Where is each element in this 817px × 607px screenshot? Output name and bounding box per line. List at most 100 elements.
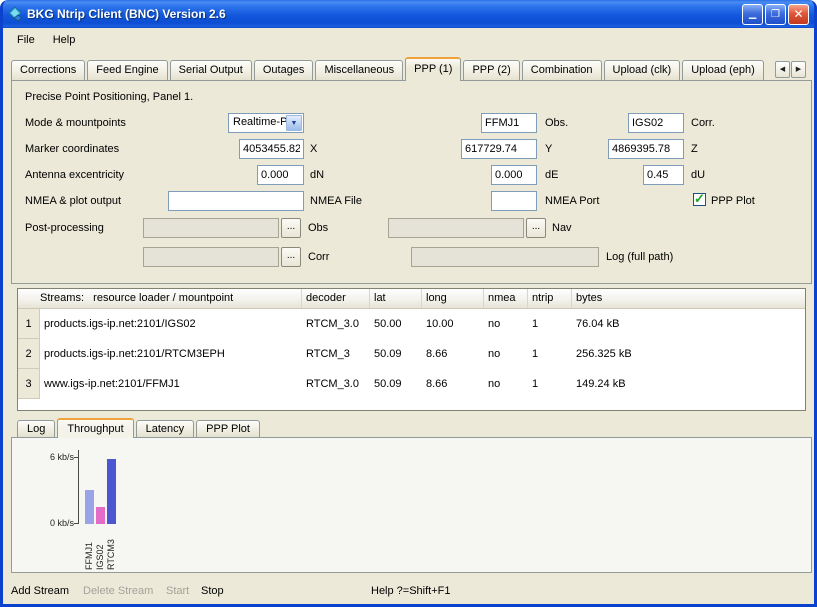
marker-z-label: Z: [691, 143, 698, 155]
chart-ytick-6: [74, 457, 78, 458]
streams-table: Streams: resource loader / mountpoint de…: [17, 288, 806, 411]
chevron-down-icon[interactable]: ▼: [286, 115, 302, 131]
cell-bytes: 149.24 kB: [572, 378, 805, 390]
delete-stream-action: Delete Stream: [83, 585, 153, 597]
titlebar[interactable]: BKG Ntrip Client (BNC) Version 2.6 − ❐ ✕: [0, 0, 817, 28]
minimize-button[interactable]: −: [742, 4, 763, 25]
throughput-chart-bars: [85, 451, 116, 524]
stop-action[interactable]: Stop: [201, 585, 224, 597]
mode-combobox[interactable]: Realtime-PPP ▼: [228, 113, 304, 133]
post-obs-browse-button[interactable]: ...: [281, 218, 301, 238]
chart-bar-rtcm3: [107, 459, 116, 524]
tab-upload-eph[interactable]: Upload (eph): [682, 60, 764, 80]
post-corr-browse-button[interactable]: ...: [281, 247, 301, 267]
streams-table-header: Streams: resource loader / mountpoint de…: [18, 289, 805, 309]
chart-ytick-label-6: 6 kb/s: [36, 452, 74, 462]
col-header-bytes[interactable]: bytes: [572, 289, 805, 308]
post-corr-label: Corr: [308, 251, 329, 263]
tab-scroll-left-button[interactable]: ◀: [775, 61, 790, 78]
window-title: BKG Ntrip Client (BNC) Version 2.6: [27, 7, 226, 21]
tab-ppp-1[interactable]: PPP (1): [405, 57, 461, 81]
obs-mountpoint-field[interactable]: [481, 113, 537, 133]
antenna-de-field[interactable]: [491, 165, 537, 185]
cell-lat: 50.00: [370, 318, 422, 330]
obs-label: Obs.: [545, 117, 568, 129]
tab-feed-engine[interactable]: Feed Engine: [87, 60, 167, 80]
antenna-du-label: dU: [691, 169, 705, 181]
tab-serial-output[interactable]: Serial Output: [170, 60, 252, 80]
chart-category-label: FFMJ1: [85, 528, 94, 570]
tab-scroll-right-button[interactable]: ▶: [791, 61, 806, 78]
tab-ppp-2[interactable]: PPP (2): [463, 60, 519, 80]
add-stream-action[interactable]: Add Stream: [11, 585, 69, 597]
help-hint: Help ?=Shift+F1: [371, 585, 451, 597]
col-header-ntrip[interactable]: ntrip: [528, 289, 572, 308]
antenna-du-field[interactable]: [643, 165, 684, 185]
window-controls: − ❐ ✕: [742, 4, 817, 25]
post-nav-label: Nav: [552, 222, 572, 234]
close-icon: ✕: [793, 7, 803, 21]
table-row[interactable]: 1 products.igs-ip.net:2101/IGS02 RTCM_3.…: [18, 309, 805, 339]
maximize-button[interactable]: ❐: [765, 4, 786, 25]
antenna-dn-label: dN: [310, 169, 324, 181]
cell-mountpoint: products.igs-ip.net:2101/RTCM3EPH: [40, 348, 302, 360]
col-header-decoder[interactable]: decoder: [302, 289, 370, 308]
antenna-de-label: dE: [545, 169, 558, 181]
bottom-tabbar: Log Throughput Latency PPP Plot: [17, 417, 262, 437]
cell-mountpoint: products.igs-ip.net:2101/IGS02: [40, 318, 302, 330]
ppp-plot-label: PPP Plot: [711, 195, 755, 207]
post-nav-field: [388, 218, 524, 238]
cell-lat: 50.09: [370, 348, 422, 360]
tab-upload-clk[interactable]: Upload (clk): [604, 60, 681, 80]
tab-ppp-plot[interactable]: PPP Plot: [196, 420, 260, 437]
tab-latency[interactable]: Latency: [136, 420, 195, 437]
ppp-plot-checkbox[interactable]: [693, 193, 706, 206]
cell-long: 10.00: [422, 318, 484, 330]
bnc-window: BKG Ntrip Client (BNC) Version 2.6 − ❐ ✕…: [0, 0, 817, 607]
nmea-file-label: NMEA File: [310, 195, 362, 207]
menu-help[interactable]: Help: [44, 31, 85, 49]
cell-nmea: no: [484, 318, 528, 330]
cell-decoder: RTCM_3.0: [302, 318, 370, 330]
nmea-file-field[interactable]: [168, 191, 304, 211]
cell-decoder: RTCM_3.0: [302, 378, 370, 390]
post-nav-browse-button[interactable]: ...: [526, 218, 546, 238]
tab-outages[interactable]: Outages: [254, 60, 314, 80]
tab-miscellaneous[interactable]: Miscellaneous: [315, 60, 403, 80]
minimize-icon: −: [743, 5, 762, 31]
tab-log[interactable]: Log: [17, 420, 55, 437]
tab-throughput[interactable]: Throughput: [57, 418, 133, 438]
cell-bytes: 76.04 kB: [572, 318, 805, 330]
chart-category-label: RTCM3: [107, 528, 116, 570]
main-tabbar: Corrections Feed Engine Serial Output Ou…: [11, 56, 806, 80]
antenna-dn-field[interactable]: [257, 165, 304, 185]
cell-ntrip: 1: [528, 378, 572, 390]
table-row[interactable]: 2 products.igs-ip.net:2101/RTCM3EPH RTCM…: [18, 339, 805, 369]
corr-label: Corr.: [691, 117, 715, 129]
col-header-mountpoint[interactable]: Streams: resource loader / mountpoint: [18, 289, 302, 308]
close-button[interactable]: ✕: [788, 4, 809, 25]
nmea-port-field[interactable]: [491, 191, 537, 211]
marker-x-field[interactable]: [239, 139, 304, 159]
cell-ntrip: 1: [528, 348, 572, 360]
table-row[interactable]: 3 www.igs-ip.net:2101/FFMJ1 RTCM_3.0 50.…: [18, 369, 805, 399]
cell-long: 8.66: [422, 378, 484, 390]
marker-y-field[interactable]: [461, 139, 537, 159]
cell-decoder: RTCM_3: [302, 348, 370, 360]
menubar: File Help: [3, 28, 814, 52]
col-header-nmea[interactable]: nmea: [484, 289, 528, 308]
antenna-excentricity-label: Antenna excentricity: [25, 169, 124, 181]
tab-combination[interactable]: Combination: [522, 60, 602, 80]
chart-ytick-0: [74, 523, 78, 524]
col-header-lat[interactable]: lat: [370, 289, 422, 308]
marker-z-field[interactable]: [608, 139, 684, 159]
menu-file[interactable]: File: [8, 31, 44, 49]
corr-mountpoint-field[interactable]: [628, 113, 684, 133]
ppp1-panel: Precise Point Positioning, Panel 1. Mode…: [11, 80, 812, 284]
chart-y-axis: [78, 450, 79, 524]
col-header-long[interactable]: long: [422, 289, 484, 308]
nmea-plot-output-label: NMEA & plot output: [25, 195, 121, 207]
post-processing-label: Post-processing: [25, 222, 104, 234]
marker-coordinates-label: Marker coordinates: [25, 143, 119, 155]
tab-corrections[interactable]: Corrections: [11, 60, 85, 80]
